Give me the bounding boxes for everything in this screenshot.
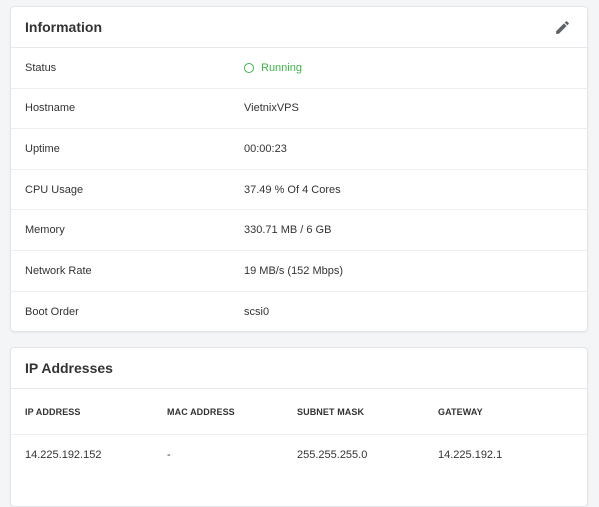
info-label: CPU Usage bbox=[25, 183, 84, 196]
ip-addresses-card: IP Addresses IP ADDRESS MAC ADDRESS SUBN… bbox=[10, 347, 588, 507]
info-label: Boot Order bbox=[25, 305, 79, 318]
info-row-cpu-usage: CPU Usage 37.49 % Of 4 Cores bbox=[11, 170, 587, 211]
info-value: 19 MB/s (152 Mbps) bbox=[244, 264, 344, 277]
mac-address-cell: - bbox=[167, 449, 171, 461]
status-circle-icon bbox=[244, 62, 254, 73]
status-value-container: Running bbox=[244, 62, 587, 74]
column-header-gateway: GATEWAY bbox=[438, 406, 483, 417]
info-value: VietnixVPS bbox=[244, 102, 299, 115]
info-label: Status bbox=[25, 61, 57, 74]
info-row-status: Status Running bbox=[11, 48, 587, 89]
status-text: Running bbox=[261, 61, 302, 74]
info-label: Memory bbox=[25, 224, 65, 237]
table-row: 14.225.192.152 - 255.255.255.0 14.225.19… bbox=[11, 435, 587, 475]
ip-addresses-header: IP Addresses bbox=[11, 348, 587, 389]
info-label: Hostname bbox=[25, 102, 76, 115]
info-row-boot-order: Boot Order scsi0 bbox=[11, 292, 587, 331]
column-header-subnet-mask: SUBNET MASK bbox=[297, 406, 365, 417]
status-badge: Running bbox=[244, 62, 302, 74]
subnet-mask-cell: 255.255.255.0 bbox=[297, 449, 368, 461]
info-value: 00:00:23 bbox=[244, 142, 287, 155]
info-row-uptime: Uptime 00:00:23 bbox=[11, 129, 587, 170]
info-value: 37.49 % Of 4 Cores bbox=[244, 183, 341, 196]
info-row-network-rate: Network Rate 19 MB/s (152 Mbps) bbox=[11, 251, 587, 292]
ip-table-header: IP ADDRESS MAC ADDRESS SUBNET MASK GATEW… bbox=[11, 389, 587, 435]
column-header-mac-address: MAC ADDRESS bbox=[167, 406, 235, 417]
edit-button[interactable] bbox=[551, 16, 573, 38]
info-label: Network Rate bbox=[25, 264, 92, 277]
gateway-cell: 14.225.192.1 bbox=[438, 449, 503, 461]
info-value: 330.71 MB / 6 GB bbox=[244, 224, 332, 237]
ip-address-cell: 14.225.192.152 bbox=[25, 449, 102, 461]
info-label: Uptime bbox=[25, 142, 60, 155]
information-card: Information Status Running Hostname Viet… bbox=[10, 6, 588, 332]
info-row-memory: Memory 330.71 MB / 6 GB bbox=[11, 210, 587, 251]
information-title: Information bbox=[25, 19, 102, 35]
info-value: scsi0 bbox=[244, 305, 270, 318]
column-header-ip-address: IP ADDRESS bbox=[25, 406, 81, 417]
information-header: Information bbox=[11, 7, 587, 48]
ip-addresses-title: IP Addresses bbox=[25, 360, 113, 376]
info-row-hostname: Hostname VietnixVPS bbox=[11, 89, 587, 130]
pencil-icon bbox=[555, 20, 569, 34]
